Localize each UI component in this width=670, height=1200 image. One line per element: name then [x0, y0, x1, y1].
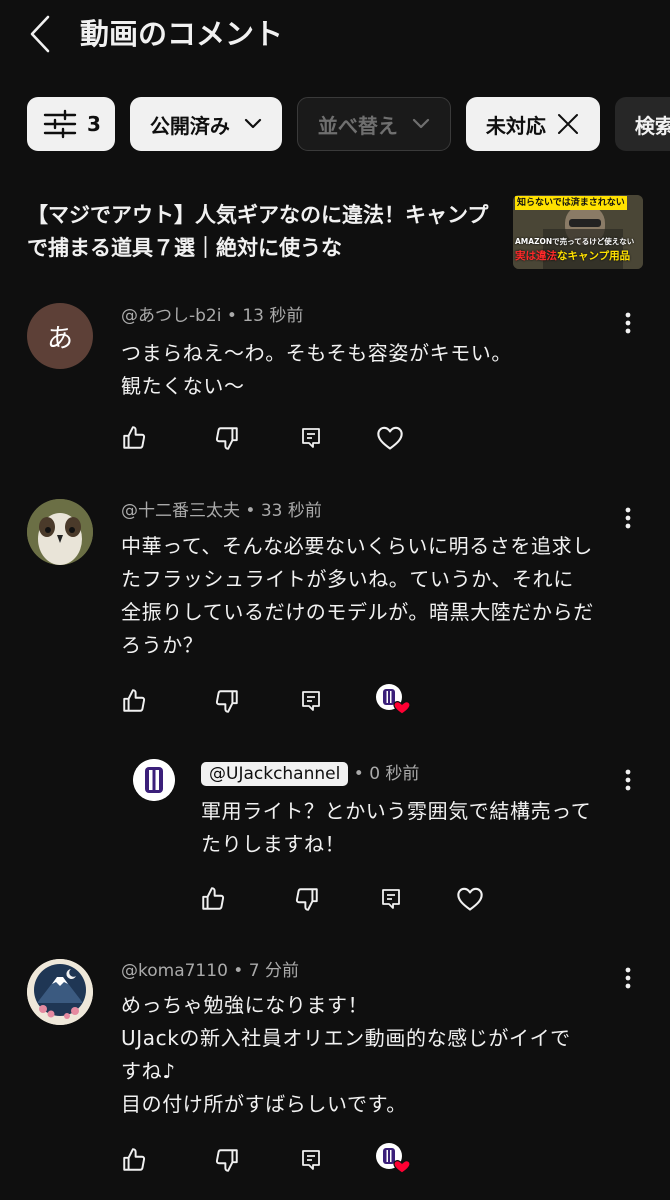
comment-actions: [0, 423, 670, 453]
comment-meta: @あつし-b2i • 13 秒前: [121, 306, 304, 326]
bird-photo-icon: [27, 499, 93, 565]
avatar[interactable]: [133, 759, 175, 801]
avatar[interactable]: [27, 499, 93, 565]
thumbs-down-icon: [215, 690, 238, 713]
thumbs-up-icon: [202, 887, 225, 910]
reply-icon: [302, 691, 320, 711]
app-header: 動画のコメント: [0, 0, 670, 70]
sort-dropdown-chip[interactable]: 並べ替え: [296, 97, 451, 151]
ujack-logo-icon: [133, 759, 175, 801]
creator-heart-icon: [376, 684, 411, 715]
like-button[interactable]: [119, 423, 149, 453]
thumbs-down-icon: [215, 1149, 238, 1172]
comment-text: めっちゃ勉強になります！ UJackの新入社員オリエン動画的な感じがイイで すね…: [121, 993, 571, 1116]
video-title: 【マジでアウト】人気ギアなのに違法！キャンプで捕まる道具７選｜絶対に使うな: [27, 203, 489, 260]
dislike-button[interactable]: [212, 1145, 242, 1175]
comment-time: 13 秒前: [242, 306, 304, 326]
more-options-button[interactable]: [616, 308, 640, 338]
comment-actions: [0, 1142, 670, 1176]
more-options-button[interactable]: [616, 963, 640, 993]
filter-count: 3: [87, 112, 101, 136]
comment-text: 中華って、そんな必要ないくらいに明るさを追求し たフラッシュライトが多いね。てい…: [121, 534, 594, 657]
more-vert-icon: [625, 769, 631, 791]
mount-fuji-icon: [27, 959, 93, 1025]
creator-heart-badge[interactable]: [374, 1142, 412, 1176]
comment-text: つまらねえ〜わ。そもそも容姿がキモい。 観たくない〜: [121, 341, 512, 398]
sort-label: 並べ替え: [317, 113, 398, 138]
reply-icon: [302, 1150, 320, 1170]
search-label: 検索: [634, 113, 670, 138]
thumb-text-mid: AMAZONで売ってるけど使えない: [515, 237, 635, 246]
thumb-text-top: 知らないでは済まされない: [515, 196, 627, 210]
more-options-button[interactable]: [616, 503, 640, 533]
reply-button[interactable]: [296, 423, 326, 453]
video-thumbnail[interactable]: 知らないでは済まされない AMAZONで売ってるけど使えない 実は違法なキャンプ…: [513, 195, 643, 269]
comment-author[interactable]: @あつし-b2i: [121, 306, 221, 326]
comment-time: 7 分前: [248, 961, 299, 981]
more-vert-icon: [625, 967, 631, 989]
creator-heart-badge[interactable]: [374, 683, 412, 717]
chevron-down-icon: [244, 118, 262, 129]
avatar[interactable]: [27, 959, 93, 1025]
heart-icon: [377, 426, 403, 450]
dislike-button[interactable]: [212, 686, 242, 716]
comment-meta: @UJackchannel • 0 秒前: [201, 762, 419, 786]
comment-time: 33 秒前: [260, 501, 322, 521]
video-info[interactable]: 【マジでアウト】人気ギアなのに違法！キャンプで捕まる道具７選｜絶対に使うな 知ら…: [27, 195, 643, 275]
reply-button[interactable]: [376, 884, 406, 914]
more-options-button[interactable]: [616, 765, 640, 795]
avatar[interactable]: あ: [27, 303, 93, 369]
chevron-down-icon: [412, 118, 430, 129]
thumbs-up-icon: [123, 426, 146, 449]
dislike-button[interactable]: [292, 884, 322, 914]
status-dropdown-chip[interactable]: 公開済み: [129, 97, 282, 151]
reply-icon: [302, 428, 320, 448]
thumb-text-bottom: 実は違法なキャンプ用品: [515, 250, 631, 262]
like-button[interactable]: [198, 884, 228, 914]
filter-settings-chip[interactable]: 3: [27, 97, 115, 151]
status-label: 公開済み: [149, 113, 230, 138]
like-button[interactable]: [119, 1145, 149, 1175]
unhandled-filter-chip[interactable]: 未対応: [465, 97, 600, 151]
comment-author[interactable]: @UJackchannel: [201, 762, 349, 786]
comment-text: 軍用ライト？とかいう雰囲気で結構売って たりしますね！: [201, 799, 592, 856]
close-icon[interactable]: [556, 112, 580, 136]
comment-meta: @koma7110 • 7 分前: [121, 961, 299, 981]
like-button[interactable]: [119, 686, 149, 716]
heart-button[interactable]: [375, 423, 405, 453]
filter-chips: 3 公開済み 並べ替え 未対応 検索: [27, 97, 670, 151]
dislike-button[interactable]: [212, 423, 242, 453]
more-vert-icon: [625, 507, 631, 529]
more-vert-icon: [625, 312, 631, 334]
reply-button[interactable]: [296, 1145, 326, 1175]
comment-author[interactable]: @十二番三太夫: [121, 501, 240, 521]
thumbs-up-icon: [123, 689, 146, 712]
sliders-icon: [43, 109, 77, 139]
thumbs-down-icon: [215, 427, 238, 450]
chevron-left-icon: [30, 15, 50, 53]
comment-author[interactable]: @koma7110: [121, 961, 228, 981]
comment-meta: @十二番三太夫 • 33 秒前: [121, 501, 322, 521]
back-button[interactable]: [22, 14, 58, 54]
thumbs-down-icon: [295, 888, 318, 911]
creator-heart-icon: [376, 1143, 411, 1174]
page-title: 動画のコメント: [80, 17, 284, 51]
heart-button[interactable]: [455, 884, 485, 914]
unhandled-label: 未対応: [485, 113, 546, 138]
search-chip[interactable]: 検索: [614, 97, 670, 151]
comment-time: 0 秒前: [369, 764, 420, 784]
heart-icon: [457, 887, 483, 911]
comment-actions: [0, 884, 670, 914]
reply-button[interactable]: [296, 686, 326, 716]
reply-icon: [382, 889, 400, 909]
thumbs-up-icon: [123, 1148, 146, 1171]
comment-actions: [0, 683, 670, 717]
